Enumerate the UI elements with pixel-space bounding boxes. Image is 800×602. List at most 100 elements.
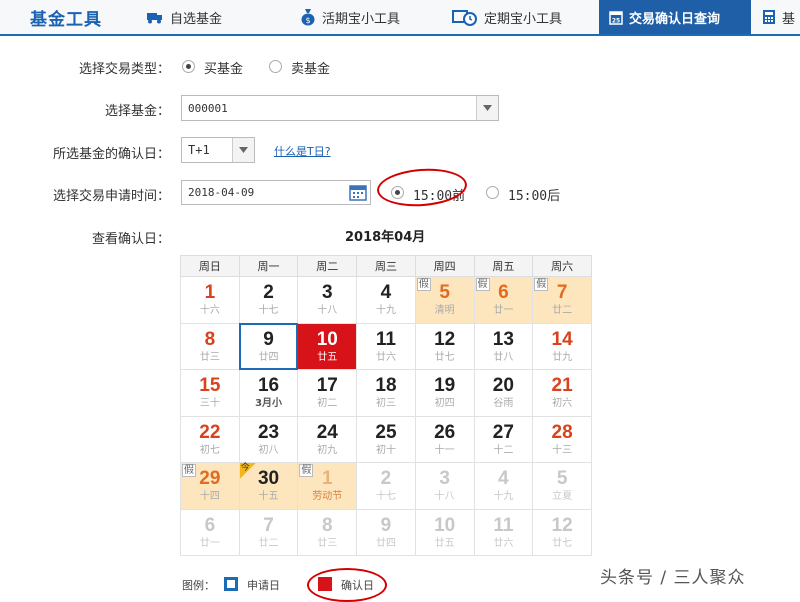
calendar-day-cell[interactable]: 10 廿五 (297, 322, 358, 370)
calendar-week-row: 1 十六 2 十七 3 十八 4 十九 假 5 清明假 6 廿一假 7 廿二 (180, 276, 592, 324)
tab-label: 自选基金 (170, 11, 223, 27)
calendar-day-cell[interactable]: 28 十三 (532, 415, 592, 463)
calendar-day-cell[interactable]: 16 3月小 (238, 369, 299, 417)
day-number: 28 (551, 421, 573, 443)
holiday-tag: 假 (416, 278, 431, 291)
calendar-day-cell[interactable]: 19 初四 (414, 369, 475, 417)
calendar-day-cell[interactable]: 11 廿六 (356, 322, 416, 370)
day-number: 25 (375, 421, 397, 443)
tab-favorite-funds[interactable]: 自选基金 (146, 0, 222, 34)
fund-select[interactable]: 000001 (181, 95, 499, 121)
calendar-day-cell[interactable]: 27 十二 (473, 415, 534, 463)
calendar-day-cell[interactable]: 假 1 劳动节 (297, 462, 358, 510)
calendar-day-cell[interactable]: 4 十九 (473, 462, 534, 510)
lunar-date: 十九 (493, 491, 514, 502)
weekday-header: 周五 (473, 255, 534, 277)
radio-buy[interactable] (182, 60, 195, 73)
holiday-tag: 假 (475, 278, 490, 291)
calendar-day-cell[interactable]: 12 廿七 (532, 508, 592, 556)
weekday-header: 周六 (532, 255, 592, 277)
calendar-day-cell[interactable]: 23 初八 (238, 415, 299, 463)
calendar-day-cell[interactable]: 今 30 十五 (238, 462, 299, 510)
weekday-header: 周一 (238, 255, 299, 277)
confirm-t-dropdown-button[interactable] (232, 138, 254, 162)
fund-dropdown-button[interactable] (476, 96, 498, 120)
calendar-day-cell[interactable]: 1 十六 (180, 276, 240, 324)
day-number: 9 (263, 328, 274, 350)
calendar-day-cell[interactable]: 9 廿四 (238, 322, 299, 370)
calendar-day-cell[interactable]: 20 谷雨 (473, 369, 534, 417)
calendar-day-cell[interactable]: 12 廿七 (414, 322, 475, 370)
lunar-date: 初二 (317, 398, 338, 409)
calendar-day-cell[interactable]: 24 初九 (297, 415, 358, 463)
calendar-day-cell[interactable]: 15 三十 (180, 369, 240, 417)
calendar-day-cell[interactable]: 25 初十 (356, 415, 416, 463)
calendar-day-cell[interactable]: 假 6 廿一 (473, 276, 534, 324)
apply-date-input[interactable]: 2018-04-09 (181, 180, 371, 205)
lunar-date: 廿三 (317, 537, 338, 549)
calendar-day-cell[interactable]: 假 5 清明 (414, 276, 475, 324)
lunar-date: 廿八 (493, 351, 514, 363)
calendar-day-cell[interactable]: 7 廿二 (238, 508, 299, 556)
calendar-day-cell[interactable]: 10 廿五 (414, 508, 475, 556)
day-number: 1 (204, 282, 216, 303)
what-is-t-day-link[interactable]: 什么是T日? (274, 143, 331, 159)
date-picker-button[interactable] (349, 184, 367, 204)
lunar-date: 初八 (258, 444, 279, 456)
day-number: 9 (380, 514, 392, 536)
calendar-day-cell[interactable]: 2 十七 (238, 276, 299, 324)
calendar-day-cell[interactable]: 14 廿九 (532, 322, 592, 370)
calendar-day-cell[interactable]: 18 初三 (356, 369, 416, 417)
day-number: 21 (551, 375, 573, 396)
radio-sell[interactable] (269, 60, 282, 73)
fund-label: 选择基金： (104, 104, 170, 119)
radio-buy-label: 买基金 (204, 62, 244, 77)
calendar-day-cell[interactable]: 11 廿六 (473, 508, 534, 556)
confirm-t-select[interactable]: T+1 (181, 137, 255, 163)
radio-after-1500-label: 15:00后 (508, 189, 561, 204)
lunar-date: 清明 (434, 305, 455, 316)
lunar-date: 劳动节 (312, 491, 343, 502)
lunar-date: 廿四 (258, 351, 279, 363)
calendar-day-cell[interactable]: 26 十一 (414, 415, 475, 463)
calendar-day-cell[interactable]: 22 初七 (180, 415, 240, 463)
radio-after-1500[interactable] (486, 186, 499, 199)
lunar-date: 十七 (258, 305, 279, 316)
tab-fixed-treasure[interactable]: 定期宝小工具 (452, 0, 562, 34)
calendar-day-cell[interactable]: 4 十九 (356, 276, 416, 324)
lunar-date: 廿二 (552, 305, 573, 316)
calendar-day-cell[interactable]: 3 十八 (414, 462, 475, 510)
money-bag-icon: $ (301, 9, 315, 26)
calendar-day-cell[interactable]: 2 十七 (356, 462, 416, 510)
calendar-day-cell[interactable]: 6 廿一 (180, 508, 240, 556)
calendar-day-cell[interactable]: 假 7 廿二 (532, 276, 592, 324)
tab-calculator[interactable]: 基 (762, 0, 795, 34)
calendar-weekday-row: 周日 周一 周二 周三 周四 周五 周六 (180, 255, 592, 277)
tab-label: 活期宝小工具 (322, 11, 401, 27)
calendar-week-row: 假 29 十四今 30 十五假 1 劳动节 2 十七 3 十八 4 十九 5 立夏 (180, 462, 592, 510)
calendar-day-cell[interactable]: 13 廿八 (473, 322, 534, 370)
calendar-day-cell[interactable]: 3 十八 (297, 276, 358, 324)
day-number: 3 (439, 468, 450, 489)
tab-confirm-date-query[interactable]: 25 交易确认日查询 (599, 0, 751, 34)
calendar-day-cell[interactable]: 8 廿三 (297, 508, 358, 556)
calendar-day-cell[interactable]: 17 初二 (297, 369, 358, 417)
calendar-day-cell[interactable]: 5 立夏 (532, 462, 592, 510)
calendar-day-cell[interactable]: 假 29 十四 (180, 462, 240, 510)
calendar-day-cell[interactable]: 21 初六 (532, 369, 592, 417)
lunar-date: 三十 (199, 398, 220, 409)
svg-text:25: 25 (612, 17, 620, 24)
timer-icon (452, 10, 477, 26)
day-number: 10 (316, 328, 338, 350)
day-number: 20 (492, 375, 514, 396)
lunar-date: 廿五 (317, 351, 338, 363)
calendar-week-row: 15 三十 16 3月小 17 初二 18 初三 19 初四 20 谷雨 21 初六 (180, 369, 592, 417)
calendar-week-row: 6 廿一 7 廿二 8 廿三 9 廿四 10 廿五 11 廿六 12 廿七 (180, 508, 592, 556)
calendar-day-cell[interactable]: 8 廿三 (180, 322, 240, 370)
lunar-date: 廿二 (258, 537, 279, 549)
tab-current-treasure[interactable]: $ 活期宝小工具 (300, 0, 400, 34)
calendar-day-cell[interactable]: 9 廿四 (356, 508, 416, 556)
lunar-date: 廿七 (552, 537, 573, 549)
day-number: 8 (321, 514, 333, 536)
day-number: 10 (434, 514, 456, 536)
